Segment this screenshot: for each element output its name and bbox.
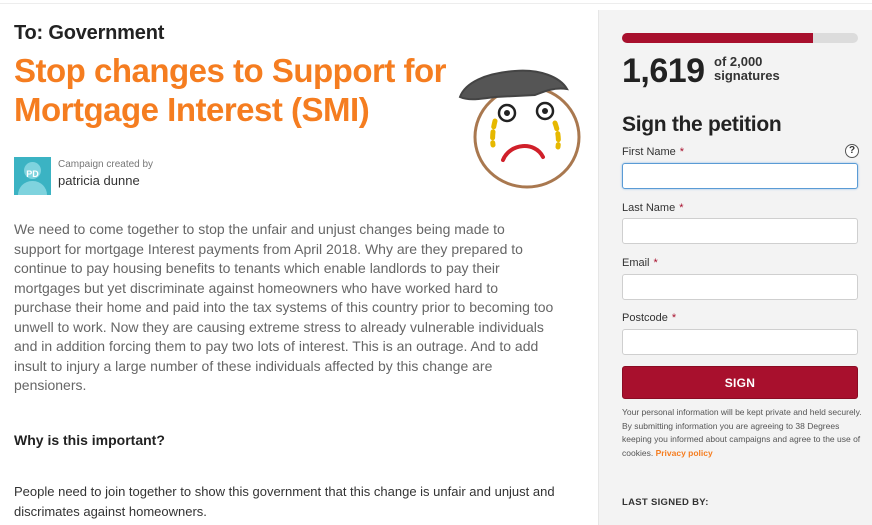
sad-face-doodle-icon	[458, 69, 581, 189]
petition-sidebar: 1,619 of 2,000 signatures Sign the petit…	[598, 10, 872, 525]
required-marker: *	[653, 257, 658, 269]
doodle-left-tear	[490, 118, 498, 148]
doodle-right-pupil	[542, 108, 548, 114]
email-field[interactable]	[622, 274, 858, 300]
signature-progress-bar	[622, 33, 858, 43]
signature-progress-fill	[622, 33, 814, 43]
postcode-field[interactable]	[622, 329, 858, 355]
postcode-label: Postcode *	[622, 312, 676, 324]
petition-description: We need to come together to stop the unf…	[14, 221, 554, 393]
required-marker: *	[679, 202, 684, 214]
last-name-label: Last Name *	[622, 202, 683, 214]
email-label: Email *	[622, 257, 658, 269]
sign-button[interactable]: SIGN	[622, 366, 858, 399]
avatar: PD	[14, 157, 51, 195]
signature-goal-of: of 2,000	[714, 54, 763, 69]
sign-petition-heading: Sign the petition	[622, 113, 782, 136]
first-name-label: First Name *	[622, 146, 684, 158]
doodle-left-pupil	[504, 110, 510, 116]
doodle-right-tear	[552, 120, 561, 150]
campaign-creator: PD Campaign created by patricia dunne	[14, 157, 314, 197]
privacy-policy-link[interactable]: Privacy policy	[656, 448, 713, 458]
avatar-initials: PD	[26, 169, 39, 179]
signature-goal-label: signatures	[714, 68, 780, 83]
signature-count: 1,619	[622, 52, 705, 90]
why-text: People need to join together to show thi…	[14, 484, 555, 519]
last-signed-heading: LAST SIGNED BY:	[622, 497, 709, 508]
doodle-hat	[458, 69, 569, 101]
required-marker: *	[679, 146, 685, 158]
first-name-label-text: First Name	[622, 146, 676, 158]
creator-name: patricia dunne	[58, 173, 140, 188]
petition-target: To: Government	[14, 22, 165, 44]
first-name-field[interactable]	[622, 163, 858, 189]
top-divider	[0, 0, 872, 4]
last-name-label-text: Last Name	[622, 202, 676, 214]
last-name-field[interactable]	[622, 218, 858, 244]
email-label-text: Email	[622, 257, 650, 269]
created-by-caption: Campaign created by	[58, 159, 154, 170]
privacy-notice: Your personal information will be kept p…	[622, 406, 862, 460]
why-heading: Why is this important?	[14, 432, 165, 448]
doodle-mouth	[501, 144, 545, 162]
required-marker: *	[671, 312, 677, 324]
postcode-label-text: Postcode	[622, 312, 668, 324]
petition-title: Stop changes to Support for Mortgage Int…	[14, 52, 446, 128]
signature-goal: of 2,000 signatures	[714, 55, 780, 83]
avatar-shoulders-shape	[18, 181, 47, 195]
question-circle-icon[interactable]: ?	[845, 144, 859, 158]
